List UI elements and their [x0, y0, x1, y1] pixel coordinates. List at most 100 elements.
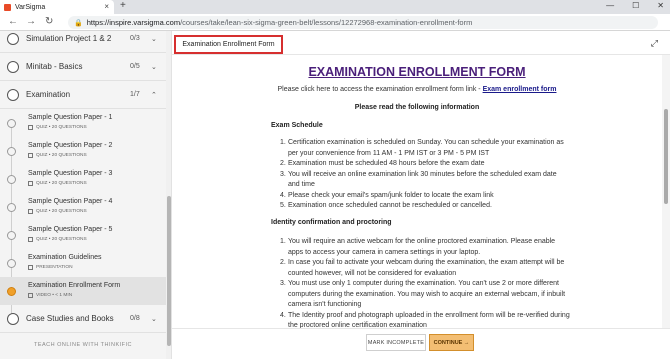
- quiz-icon: [28, 237, 33, 242]
- section-case-studies[interactable]: Case Studies and Books 0/8 ⌄: [0, 305, 166, 333]
- lesson-meta-text: VIDEO • < 1 MIN: [36, 293, 73, 298]
- maximize-icon[interactable]: ☐: [632, 1, 639, 10]
- intro-text: Please click here to access the examinat…: [172, 86, 662, 93]
- list-number: 2.: [280, 160, 286, 167]
- list-text: Certification examination is scheduled o…: [288, 139, 564, 157]
- new-tab-button[interactable]: +: [120, 0, 126, 11]
- list-item: 2. In case you fail to activate your webc…: [280, 258, 570, 279]
- section-title: Minitab - Basics: [26, 62, 83, 71]
- list-number: 1.: [280, 238, 286, 245]
- lesson-status-icon: [7, 175, 16, 184]
- lesson-status-icon: [7, 119, 16, 128]
- lesson-item-active[interactable]: Examination Enrollment Form VIDEO • < 1 …: [0, 277, 166, 305]
- thinkific-footer[interactable]: TEACH ONLINE WITH THINKIFIC: [0, 342, 166, 348]
- tab-title: VarSigma: [15, 3, 46, 11]
- list-item: 2. Examination must be scheduled 48 hours…: [280, 159, 570, 170]
- quiz-icon: [28, 181, 33, 186]
- lesson-meta-text: QUIZ • 20 QUESTIONS: [36, 237, 87, 242]
- section-count: 0/3: [130, 35, 140, 42]
- section-title: Simulation Project 1 & 2: [26, 34, 112, 43]
- course-sidebar: Simulation Project 1 & 2 0/3 ⌄ Minitab -…: [0, 31, 172, 359]
- content-scrollbar[interactable]: [662, 55, 670, 328]
- list-text: You will receive an online examination l…: [288, 170, 557, 189]
- section-minitab-basics[interactable]: Minitab - Basics 0/5 ⌄: [0, 53, 166, 81]
- scrollbar-thumb[interactable]: [167, 196, 171, 346]
- window-controls: — ☐ ✕: [606, 1, 664, 10]
- reload-icon[interactable]: ↻: [45, 16, 53, 27]
- mark-incomplete-button[interactable]: MARK INCOMPLETE: [366, 334, 426, 351]
- list-text: Examination once scheduled cannot be res…: [288, 202, 492, 209]
- forward-arrow-icon[interactable]: →: [26, 16, 36, 27]
- expand-icon[interactable]: ⤢: [651, 38, 658, 49]
- section-count: 0/8: [130, 315, 140, 322]
- list-number: 4.: [280, 311, 286, 319]
- chevron-down-icon[interactable]: ⌄: [151, 35, 157, 43]
- url-host: https://inspire.varsigma.com: [86, 18, 181, 27]
- chevron-down-icon[interactable]: ⌄: [151, 63, 157, 71]
- lesson-title: Sample Question Paper - 2: [28, 142, 113, 149]
- lesson-title-highlighted: Examination Enrollment Form: [174, 35, 283, 54]
- list-item: 5. Examination once scheduled cannot be r…: [280, 201, 570, 212]
- lesson-item[interactable]: Sample Question Paper - 3 QUIZ • 20 QUES…: [0, 165, 166, 193]
- lesson-item[interactable]: Sample Question Paper - 4 QUIZ • 20 QUES…: [0, 193, 166, 221]
- lesson-meta-text: QUIZ • 20 QUESTIONS: [36, 209, 87, 214]
- section-title: Case Studies and Books: [26, 314, 114, 323]
- continue-button[interactable]: CONTINUE →: [429, 334, 474, 351]
- list-item: 4. The Identity proof and photograph uplo…: [280, 311, 570, 329]
- presentation-icon: [28, 265, 33, 270]
- lesson-meta: QUIZ • 20 QUESTIONS: [28, 237, 87, 242]
- lesson-title: Sample Question Paper - 1: [28, 114, 113, 121]
- lesson-title: Sample Question Paper - 4: [28, 198, 113, 205]
- lesson-item[interactable]: Sample Question Paper - 5 QUIZ • 20 QUES…: [0, 221, 166, 249]
- section-title: Examination: [26, 90, 71, 99]
- chevron-down-icon[interactable]: ⌄: [151, 315, 157, 323]
- browser-tab[interactable]: VarSigma ×: [0, 0, 114, 14]
- minimize-icon[interactable]: —: [606, 1, 614, 10]
- list-text: Please check your email's spam/junk fold…: [288, 191, 494, 199]
- progress-circle-icon: [7, 312, 19, 325]
- progress-circle-icon: [7, 88, 19, 101]
- varsigma-favicon-icon: [4, 3, 11, 11]
- lesson-item[interactable]: Sample Question Paper - 2 QUIZ • 20 QUES…: [0, 137, 166, 165]
- section-examination[interactable]: Examination 1/7 ⌃: [0, 81, 166, 109]
- list-text: In case you fail to activate your webcam…: [288, 259, 565, 277]
- exam-schedule-heading: Exam Schedule: [271, 122, 323, 129]
- list-number: 2.: [280, 259, 286, 266]
- lesson-item[interactable]: Examination Guidelines PRESENTATION: [0, 249, 166, 277]
- lesson-footer: MARK INCOMPLETE CONTINUE →: [172, 328, 670, 359]
- section-count: 1/7: [130, 91, 140, 98]
- lesson-status-icon: [7, 203, 16, 212]
- lesson-meta: QUIZ • 20 QUESTIONS: [28, 209, 87, 214]
- read-info-heading: Please read the following information: [354, 104, 480, 111]
- lesson-status-icon: [7, 231, 16, 240]
- lesson-meta: PRESENTATION: [28, 265, 73, 270]
- intro-label: Please click here to access the examinat…: [277, 86, 483, 93]
- list-item: 3. You will receive an online examination…: [280, 170, 570, 191]
- lesson-meta-text: QUIZ • 20 QUESTIONS: [36, 153, 87, 158]
- quiz-icon: [28, 125, 33, 130]
- identity-heading: Identity confirmation and proctoring: [271, 219, 392, 226]
- url-field[interactable]: 🔒 https://inspire.varsigma.com/courses/t…: [68, 16, 658, 29]
- document-title: EXAMINATION ENROLLMENT FORM: [308, 65, 526, 79]
- lesson-meta: QUIZ • 20 QUESTIONS: [28, 153, 87, 158]
- scrollbar-thumb[interactable]: [664, 109, 668, 204]
- tab-close-icon[interactable]: ×: [104, 2, 109, 11]
- video-icon: [28, 293, 33, 298]
- chevron-up-icon[interactable]: ⌃: [151, 91, 157, 99]
- list-text: The Identity proof and photograph upload…: [288, 311, 570, 329]
- list-number: 3.: [280, 280, 286, 287]
- list-item: 1. Certification examination is scheduled…: [280, 138, 570, 159]
- close-window-icon[interactable]: ✕: [657, 1, 664, 10]
- lesson-header: Examination Enrollment Form ⤢: [172, 31, 670, 55]
- section-simulation-project[interactable]: Simulation Project 1 & 2 0/3 ⌄: [0, 31, 166, 53]
- lesson-meta-text: PRESENTATION: [36, 265, 73, 270]
- lesson-item[interactable]: Sample Question Paper - 1 QUIZ • 20 QUES…: [0, 109, 166, 137]
- lesson-meta-text: QUIZ • 20 QUESTIONS: [36, 125, 87, 130]
- lesson-title: Examination Guidelines: [28, 254, 102, 261]
- lesson-title: Sample Question Paper - 5: [28, 226, 113, 233]
- back-arrow-icon[interactable]: ←: [8, 16, 18, 27]
- list-number: 4.: [280, 191, 286, 199]
- exam-enrollment-form-link[interactable]: Exam enrollment form: [483, 86, 557, 93]
- list-item: 3. You must use only 1 computer during th…: [280, 279, 570, 311]
- quiz-icon: [28, 209, 33, 214]
